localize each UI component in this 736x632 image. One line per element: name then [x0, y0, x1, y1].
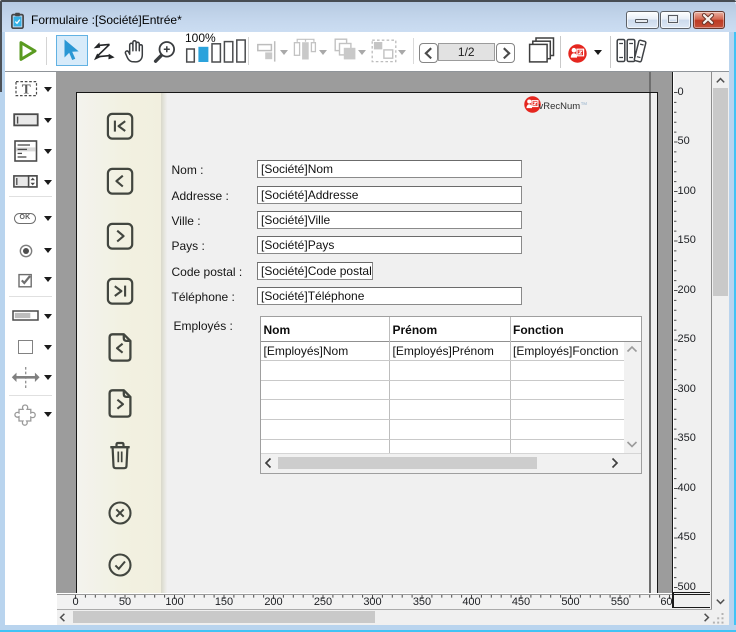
svg-text:T: T: [22, 82, 31, 97]
